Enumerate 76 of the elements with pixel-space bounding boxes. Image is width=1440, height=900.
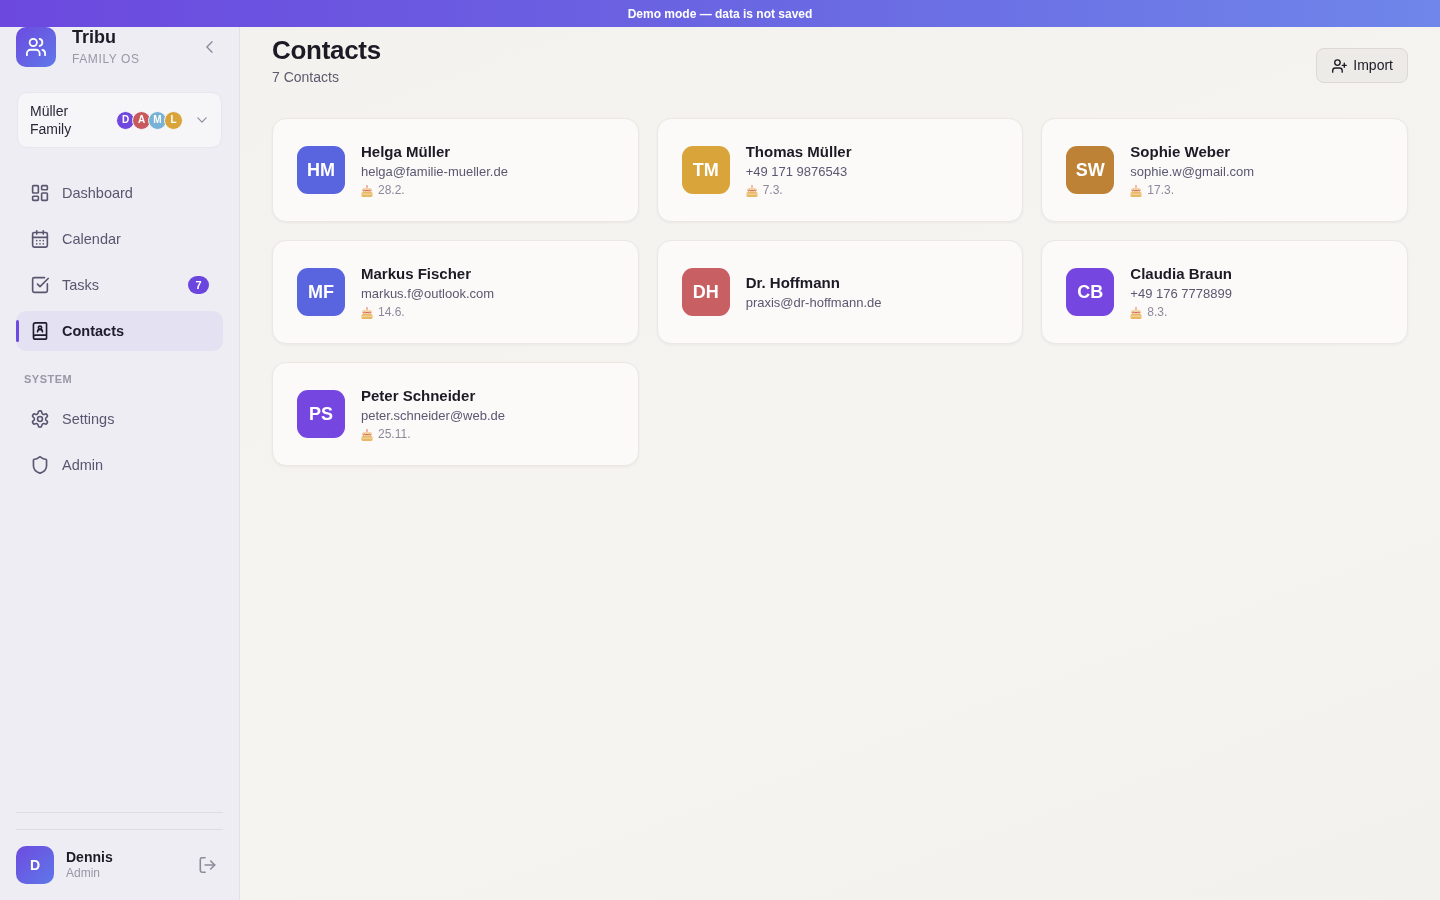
contact-avatar: DH (681, 268, 730, 316)
contact-card[interactable]: PS Peter Schneider peter.schneider@web.de 25.11. (272, 362, 639, 466)
logout-button[interactable] (199, 857, 216, 873)
user-avatar: D (16, 846, 54, 884)
contact-card[interactable]: TM Thomas Müller +49 171 9876543 7.3. (656, 118, 1024, 222)
contact-detail: sophie.w@gmail.com (1130, 163, 1255, 181)
sidebar-item[interactable]: Admin (16, 445, 223, 485)
contact-name: Markus Fischer (361, 264, 472, 284)
contact-avatar: PS (297, 390, 345, 438)
contact-avatar: SW (1066, 146, 1115, 194)
checkbox-icon (31, 276, 49, 294)
cake-icon (745, 184, 758, 197)
app-logo-icon (16, 27, 56, 67)
sidebar-item[interactable]: Tasks 7 (16, 265, 223, 305)
user-role: Admin (66, 866, 100, 881)
cake-icon (361, 184, 373, 197)
demo-mode-banner-text: Demo mode — data is not saved (627, 6, 813, 21)
contact-name: Peter Schneider (361, 386, 476, 406)
contact-card[interactable]: DH Dr. Hoffmann praxis@dr-hoffmann.de (656, 240, 1024, 344)
sidebar-item[interactable]: Contacts (16, 311, 223, 351)
birthday-date: 28.2. (378, 183, 405, 198)
sidebar-item[interactable]: Dashboard (16, 173, 223, 213)
family-name: Müller Family (30, 102, 73, 138)
contact-detail: praxis@dr-hoffmann.de (745, 293, 882, 312)
app-tagline: FAMILY OS (72, 51, 140, 67)
contact-detail: +49 176 7778899 (1130, 285, 1232, 303)
cake-icon (1130, 184, 1143, 197)
logout-icon (199, 857, 216, 873)
contact-avatar: TM (681, 146, 730, 194)
member-avatar: M (148, 110, 167, 130)
collapse-sidebar-button[interactable] (204, 41, 215, 53)
dashboard-icon (31, 184, 49, 202)
birthday-date: 17.3. (1147, 183, 1175, 198)
sidebar-item[interactable]: Settings (16, 399, 223, 439)
contact-card[interactable]: CB Claudia Braun +49 176 7778899 8.3. (1041, 240, 1408, 344)
family-switcher[interactable]: Müller Family D A M L (17, 92, 222, 148)
contact-count: 7 Contacts (272, 68, 339, 86)
contact-card[interactable]: MF Markus Fischer markus.f@outlook.com 14.6. (272, 240, 639, 344)
section-heading: SYSTEM (23, 372, 73, 386)
member-avatar: A (132, 110, 151, 130)
contact-avatar: CB (1066, 268, 1115, 316)
contact-detail: markus.f@outlook.com (361, 285, 495, 303)
import-button[interactable]: Import (1316, 48, 1408, 83)
user-plus-icon (1332, 58, 1348, 73)
contact-card[interactable]: HM Helga Müller helga@familie-mueller.de 28.2. (272, 118, 639, 222)
contact-name: Sophie Weber (1130, 142, 1231, 162)
contact-name: Helga Müller (361, 142, 451, 162)
contact-name: Thomas Müller (745, 142, 852, 162)
app-name: Tribu (72, 27, 116, 47)
cake-icon (361, 306, 373, 319)
calendar-icon (31, 230, 49, 248)
contact-detail: +49 171 9876543 (745, 163, 848, 181)
birthday-date: 25.11. (378, 427, 411, 442)
cake-icon (361, 428, 373, 441)
chevron-down-icon (197, 117, 207, 123)
sidebar-item[interactable]: Calendar (16, 219, 223, 259)
contact-detail: helga@familie-mueller.de (361, 163, 508, 181)
contact-detail: peter.schneider@web.de (361, 407, 505, 425)
user-name: Dennis (66, 849, 113, 866)
contact-avatar: HM (297, 146, 345, 194)
contact-name: Claudia Braun (1130, 264, 1232, 284)
member-avatar: D (116, 110, 135, 130)
birthday-date: 8.3. (1147, 305, 1168, 320)
contact-avatar: MF (297, 268, 345, 316)
birthday-date: 14.6. (378, 305, 405, 320)
contact-book-icon (31, 322, 49, 340)
cake-icon (1130, 306, 1143, 319)
settings-icon (31, 410, 49, 428)
birthday-date: 7.3. (762, 183, 783, 198)
count-badge: 7 (188, 276, 209, 294)
chevron-left-icon (204, 41, 215, 53)
page-title: Contacts (272, 34, 381, 66)
shield-icon (31, 456, 49, 474)
member-avatar: L (164, 110, 183, 130)
contact-card[interactable]: SW Sophie Weber sophie.w@gmail.com 17.3. (1041, 118, 1408, 222)
contact-name: Dr. Hoffmann (745, 272, 840, 293)
